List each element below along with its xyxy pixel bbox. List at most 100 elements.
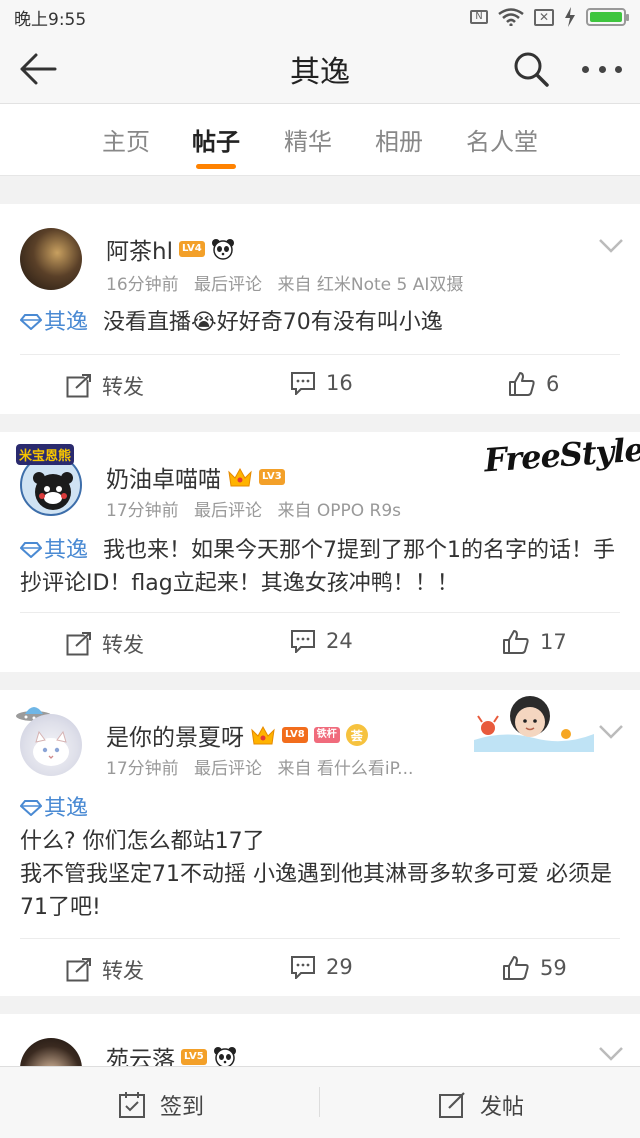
post-content: 其逸 什么? 你们怎么都站17了 我不管我坚定71不动摇 小逸遇到他其淋哥多软多… xyxy=(20,792,620,924)
chevron-down-icon[interactable] xyxy=(598,238,624,254)
topic-tag[interactable]: 其逸 xyxy=(20,310,88,335)
comment-button[interactable]: 24 xyxy=(290,629,353,653)
repost-label: 转发 xyxy=(102,959,144,983)
new-post-label: 发帖 xyxy=(480,1095,525,1120)
avatar[interactable] xyxy=(20,714,82,776)
post-author-name[interactable]: 阿茶hl xyxy=(106,232,173,266)
repost-label: 转发 xyxy=(102,375,144,399)
nav-bar: 其逸 xyxy=(0,34,640,104)
repost-button[interactable]: 转发 xyxy=(66,629,144,659)
tab-hall-of-fame[interactable]: 名人堂 xyxy=(466,122,538,157)
post-time: 16分钟前 xyxy=(106,275,179,295)
comment-button[interactable]: 29 xyxy=(290,955,353,979)
post-card[interactable]: 苑云落 LV5 xyxy=(0,1014,640,1100)
comment-button[interactable]: 16 xyxy=(290,371,353,395)
post-author-name[interactable]: 奶油卓喵喵 xyxy=(106,460,221,494)
thumbs-up-icon xyxy=(509,372,535,396)
panda-icon xyxy=(211,238,235,260)
post-text: 没看直播😭好好奇70有没有叫小逸 xyxy=(103,310,443,335)
more-options-icon[interactable] xyxy=(582,52,622,86)
checkin-label: 签到 xyxy=(160,1095,205,1120)
like-button[interactable]: 6 xyxy=(508,371,559,397)
back-arrow-icon[interactable] xyxy=(18,51,58,87)
post-text: 我也来！如果今天那个7提到了那个1的名字的话！手抄评论ID！flag立起来！其逸… xyxy=(20,538,616,596)
new-post-button[interactable]: 发帖 xyxy=(438,1089,524,1121)
topic-label: 其逸 xyxy=(44,538,89,563)
wifi-icon xyxy=(498,8,524,26)
post-meta: 17分钟前 最后评论 来自 看什么看iP... xyxy=(106,754,423,779)
repost-button[interactable]: 转发 xyxy=(66,955,144,985)
diamond-icon xyxy=(20,542,42,558)
chevron-down-icon[interactable] xyxy=(598,724,624,740)
topic-label: 其逸 xyxy=(44,310,89,335)
medal-badge-label: 荟 xyxy=(350,728,363,743)
like-button[interactable]: 17 xyxy=(502,629,567,655)
post-text: 我不管我坚定71不动摇 小逸遇到他其淋哥多软多可爱 必须是71了吧! xyxy=(20,862,612,920)
loyal-fan-badge: 铁杆 xyxy=(313,727,340,743)
repost-label: 转发 xyxy=(102,633,144,657)
thumbs-up-icon xyxy=(503,630,529,654)
tab-album[interactable]: 相册 xyxy=(375,122,423,157)
topic-tag[interactable]: 其逸 xyxy=(20,792,620,825)
diamond-icon xyxy=(20,800,42,816)
checkin-button[interactable]: 签到 xyxy=(118,1089,204,1121)
topic-label: 其逸 xyxy=(44,796,89,821)
panda-icon xyxy=(213,1046,237,1068)
post-source: 来自 红米Note 5 AI双摄 xyxy=(277,275,464,295)
post-content: 其逸 我也来！如果今天那个7提到了那个1的名字的话！手抄评论ID！flag立起来… xyxy=(20,534,620,600)
post-last-comment: 最后评论 xyxy=(194,275,263,295)
tab-home[interactable]: 主页 xyxy=(102,122,150,157)
repost-icon xyxy=(66,632,91,656)
like-button[interactable]: 59 xyxy=(502,955,567,981)
search-icon[interactable] xyxy=(512,50,550,88)
post-author-row: 奶油卓喵喵 LV3 xyxy=(106,460,285,494)
tab-featured[interactable]: 精华 xyxy=(284,122,332,157)
crown-icon xyxy=(227,466,253,488)
calendar-check-icon xyxy=(119,1092,145,1118)
post-actions: 转发 16 6 xyxy=(0,354,640,414)
chevron-down-icon[interactable] xyxy=(598,1046,624,1062)
status-time: 晚上9:55 xyxy=(14,9,87,30)
post-time: 17分钟前 xyxy=(106,759,179,779)
post-meta: 16分钟前 最后评论 来自 红米Note 5 AI双摄 xyxy=(106,270,473,295)
screen: 晚上9:55 N ✕ 其逸 主页 帖子 精华 相册 名人堂 阿茶hl LV4 1… xyxy=(0,0,640,1138)
avatar[interactable] xyxy=(20,228,82,290)
post-author-row: 是你的景夏呀 LV8 铁杆 荟 xyxy=(106,718,368,752)
post-card[interactable]: 米宝恩熊 奶油卓喵喵 LV3 17分钟前 最后评论 来自 OPPO R9s Fr… xyxy=(0,430,640,672)
tab-posts[interactable]: 帖子 xyxy=(192,122,240,157)
post-author-name[interactable]: 是你的景夏呀 xyxy=(106,718,244,752)
post-card[interactable]: 阿茶hl LV4 16分钟前 最后评论 来自 红米Note 5 AI双摄 其逸 … xyxy=(0,204,640,414)
comment-icon xyxy=(291,372,315,395)
freestyle-decoration: FreeStyle xyxy=(482,430,640,480)
post-author-row: 阿茶hl LV4 xyxy=(106,232,235,266)
charging-icon xyxy=(564,7,576,27)
level-badge: LV5 xyxy=(181,1049,207,1065)
post-source: 来自 看什么看iP... xyxy=(277,759,414,779)
post-last-comment: 最后评论 xyxy=(194,501,263,521)
divider xyxy=(319,1087,320,1117)
battery-icon xyxy=(586,8,629,26)
topic-tag[interactable]: 其逸 xyxy=(20,538,88,563)
comment-icon xyxy=(291,630,315,653)
medal-badge: 荟 xyxy=(345,724,368,746)
post-card[interactable]: 是你的景夏呀 LV8 铁杆 荟 17分钟前 最后评论 来自 看什么看iP... … xyxy=(0,690,640,996)
status-bar: 晚上9:55 N ✕ xyxy=(0,0,640,34)
comment-icon xyxy=(291,956,315,979)
thumbs-up-icon xyxy=(503,956,529,980)
compose-icon xyxy=(439,1092,465,1118)
comment-count: 29 xyxy=(326,955,353,979)
battery-level xyxy=(590,12,622,22)
post-text: 什么? 你们怎么都站17了 xyxy=(20,829,265,854)
post-actions: 转发 24 17 xyxy=(0,612,640,672)
tab-bar: 主页 帖子 精华 相册 名人堂 xyxy=(0,104,640,176)
post-time: 17分钟前 xyxy=(106,501,179,521)
repost-button[interactable]: 转发 xyxy=(66,371,144,401)
bottom-action-bar: 签到 发帖 xyxy=(0,1066,640,1138)
repost-icon xyxy=(66,958,91,982)
active-tab-indicator xyxy=(196,164,236,169)
diamond-icon xyxy=(20,314,42,330)
status-icons: N ✕ xyxy=(470,7,629,27)
avatar-caption: 米宝恩熊 xyxy=(16,444,75,465)
notification-blocked-icon: ✕ xyxy=(534,8,554,26)
level-badge: LV4 xyxy=(178,241,205,257)
